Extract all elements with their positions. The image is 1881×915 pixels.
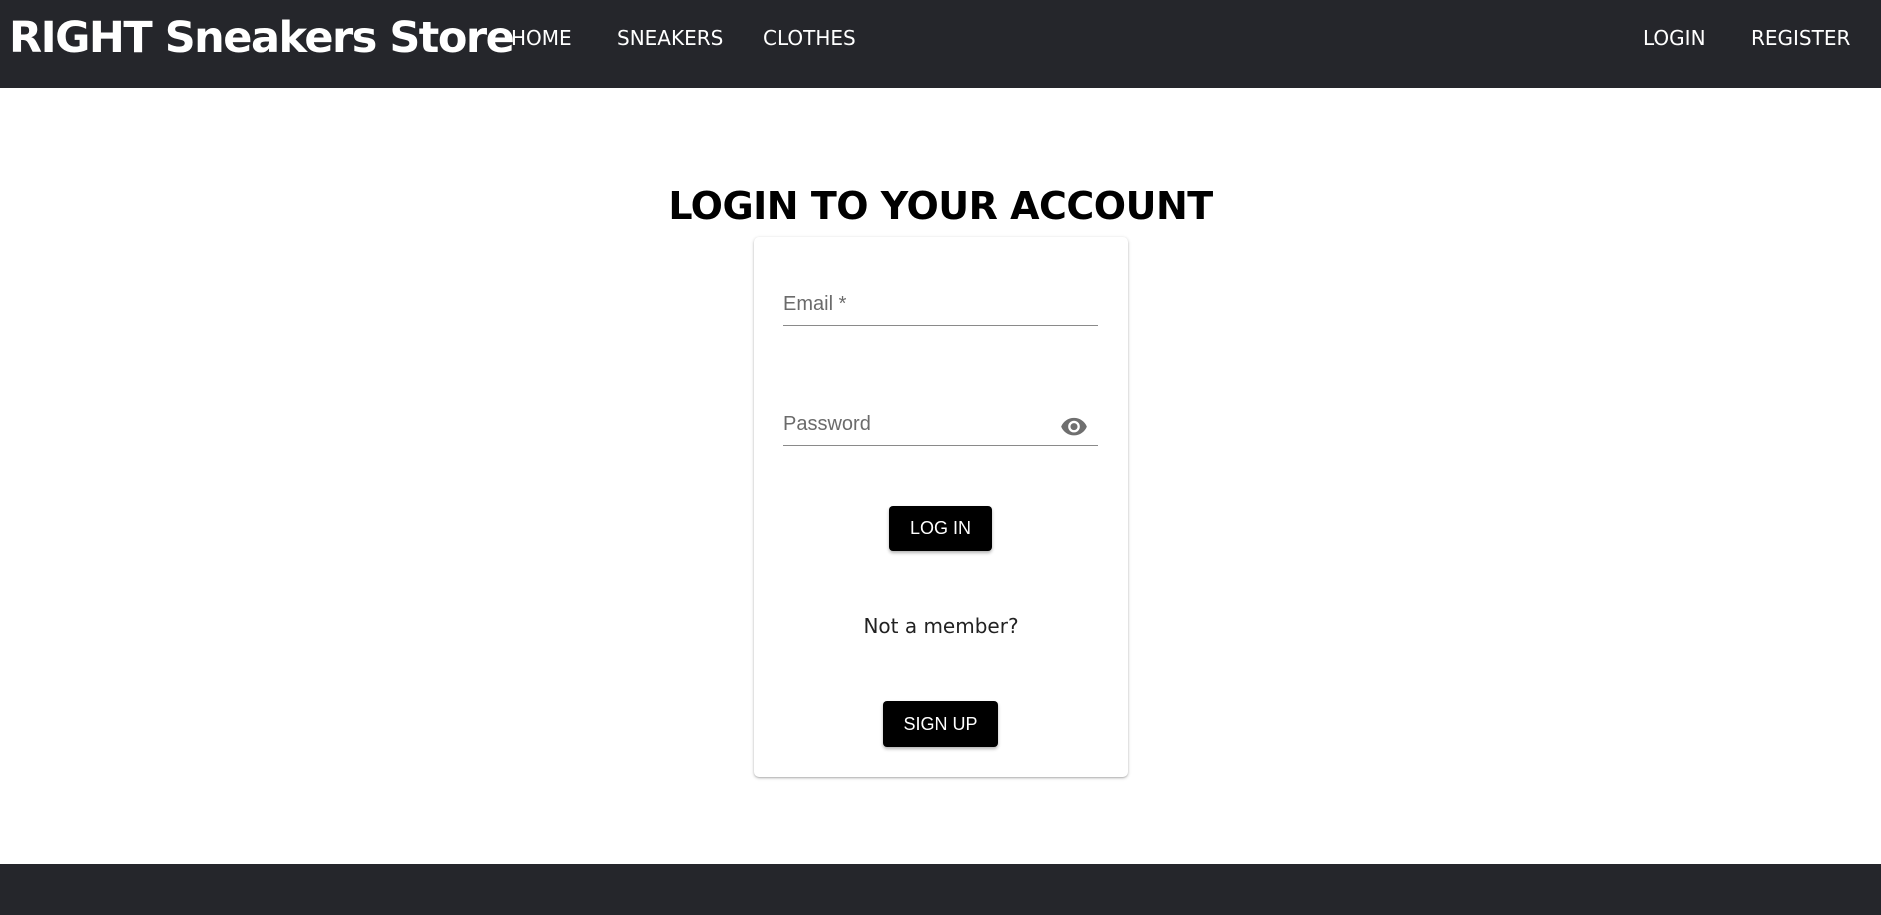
- not-member-text: Not a member?: [863, 614, 1019, 638]
- login-button[interactable]: LOG IN: [889, 506, 992, 551]
- email-input[interactable]: [783, 289, 1098, 319]
- password-field-container: [783, 396, 1098, 446]
- nav-clothes-link[interactable]: CLOTHES: [763, 24, 856, 52]
- nav-register-link[interactable]: REGISTER: [1751, 24, 1850, 52]
- eye-icon[interactable]: [1060, 416, 1088, 436]
- top-navbar: RIGHT Sneakers Store HOME SNEAKERS CLOTH…: [0, 0, 1881, 88]
- footer-bar: [0, 864, 1881, 915]
- signup-button[interactable]: SIGN UP: [883, 701, 998, 747]
- nav-login-link[interactable]: LOGIN: [1643, 24, 1706, 52]
- password-input[interactable]: [783, 409, 1098, 439]
- page: RIGHT Sneakers Store HOME SNEAKERS CLOTH…: [0, 0, 1881, 915]
- email-field-container: [783, 276, 1098, 326]
- brand-logo-link[interactable]: RIGHT Sneakers Store: [9, 12, 515, 64]
- nav-home-link[interactable]: HOME: [511, 24, 572, 52]
- page-title: LOGIN TO YOUR ACCOUNT: [668, 184, 1213, 228]
- nav-sneakers-link[interactable]: SNEAKERS: [617, 24, 723, 52]
